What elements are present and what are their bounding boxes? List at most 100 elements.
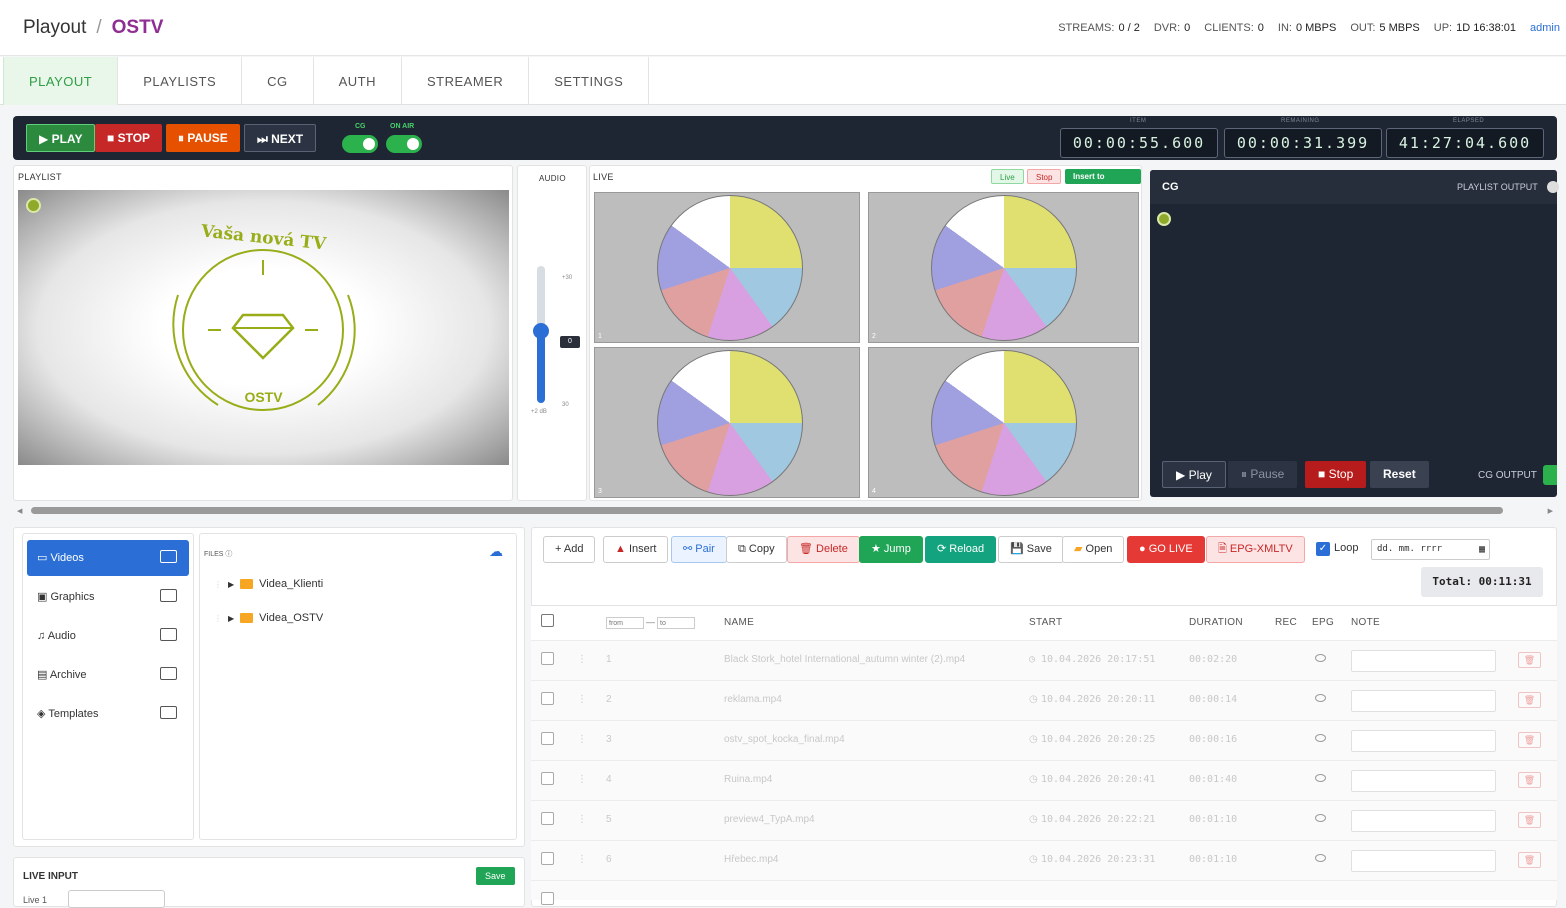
- table-row[interactable]: ⋮ 4 Ruina.mp4 ◷ 10.04.2026 20:20:41 00:01:40 🗑: [531, 760, 1557, 800]
- row-checkbox[interactable]: [541, 732, 554, 745]
- playlist-output-toggle[interactable]: [1547, 181, 1559, 193]
- delete-button[interactable]: 🗑 Delete: [787, 536, 860, 563]
- table-row[interactable]: [531, 880, 1557, 905]
- cg-reset-button[interactable]: Reset: [1370, 461, 1429, 488]
- tab-cg[interactable]: CG: [242, 57, 314, 105]
- range-from-input[interactable]: [606, 617, 644, 629]
- library-item-archive[interactable]: ▤ Archive: [27, 657, 189, 693]
- live-tile-3[interactable]: 3: [594, 347, 860, 498]
- col-start[interactable]: START: [1029, 617, 1062, 628]
- note-input[interactable]: [1351, 850, 1496, 872]
- go-live-button[interactable]: ● GO LIVE: [1127, 536, 1205, 563]
- insert-to-playlist-button[interactable]: Insert to Playlist: [1065, 169, 1141, 196]
- onair-toggle[interactable]: [386, 135, 422, 153]
- table-row[interactable]: ⋮ 1 Black Stork_hotel International_autumn…: [531, 640, 1557, 680]
- tab-streamer[interactable]: STREAMER: [402, 57, 530, 105]
- save-button[interactable]: 💾 Save: [998, 536, 1064, 563]
- remaining-timecode: 00:00:31.399: [1224, 128, 1382, 158]
- audio-fader-knob[interactable]: [533, 323, 549, 339]
- jump-button[interactable]: ★ Jump: [859, 536, 923, 563]
- loop-checkbox[interactable]: ✓: [1316, 542, 1330, 556]
- cg-toggle[interactable]: [342, 135, 378, 153]
- col-rec[interactable]: REC: [1275, 617, 1297, 628]
- live-stop-button[interactable]: Stop: [1027, 169, 1062, 184]
- live-tile-4[interactable]: 4: [868, 347, 1139, 498]
- eye-icon[interactable]: [1315, 814, 1326, 822]
- item-timecode: 00:00:55.600: [1060, 128, 1218, 158]
- row-delete-button[interactable]: 🗑: [1518, 812, 1541, 828]
- epg-xmltv-button[interactable]: 🗎 EPG-XMLTV: [1206, 536, 1305, 563]
- eye-icon[interactable]: [1315, 774, 1326, 782]
- range-to-input[interactable]: [657, 617, 695, 629]
- row-checkbox[interactable]: [541, 812, 554, 825]
- add-button[interactable]: + Add: [543, 536, 596, 563]
- tab-playout[interactable]: PLAYOUT: [3, 57, 119, 105]
- library-item-videos[interactable]: ▭ Videos: [27, 540, 189, 576]
- library-item-templates[interactable]: ◈ Templates: [27, 696, 189, 732]
- select-all-checkbox[interactable]: [541, 614, 554, 627]
- live-tile-2[interactable]: 2: [868, 192, 1139, 343]
- user-menu[interactable]: admin: [1530, 22, 1560, 34]
- row-checkbox[interactable]: [541, 772, 554, 785]
- note-input[interactable]: [1351, 770, 1496, 792]
- col-epg[interactable]: EPG: [1312, 617, 1334, 628]
- row-delete-button[interactable]: 🗑: [1518, 732, 1541, 748]
- upload-cloud-icon[interactable]: ☁: [489, 543, 503, 560]
- cg-play-button[interactable]: ▶ Play: [1162, 461, 1226, 488]
- live-tile-number: 2: [872, 333, 876, 340]
- row-delete-button[interactable]: 🗑: [1518, 772, 1541, 788]
- row-checkbox[interactable]: [541, 652, 554, 665]
- scrollbar-thumb[interactable]: [31, 507, 1503, 514]
- row-delete-button[interactable]: 🗑: [1518, 692, 1541, 708]
- next-button[interactable]: ⏭ NEXT: [244, 124, 317, 152]
- folder-row[interactable]: ⋮ ▶ Videa_Klienti: [214, 578, 323, 590]
- live-tile-1[interactable]: 1: [594, 192, 860, 343]
- insert-button[interactable]: ▲ Insert: [603, 536, 669, 563]
- date-input[interactable]: dd. mm. rrrr ▦: [1371, 539, 1490, 560]
- live-input-save-button[interactable]: Save: [476, 867, 515, 885]
- library-item-audio[interactable]: ♫ Audio: [27, 618, 189, 654]
- row-checkbox[interactable]: [541, 892, 554, 905]
- col-note[interactable]: NOTE: [1351, 617, 1380, 628]
- eye-icon[interactable]: [1315, 854, 1326, 862]
- reload-button[interactable]: ⟳ Reload: [925, 536, 997, 563]
- tab-playlists[interactable]: PLAYLISTS: [118, 57, 243, 105]
- eye-icon[interactable]: [1315, 694, 1326, 702]
- cg-stop-button[interactable]: ■ Stop: [1305, 461, 1367, 488]
- table-row[interactable]: ⋮ 2 reklama.mp4 ◷ 10.04.2026 20:20:11 00:00:1…: [531, 680, 1557, 720]
- row-delete-button[interactable]: 🗑: [1518, 652, 1541, 668]
- preview-scrollbar[interactable]: ◀ ▶: [13, 503, 1557, 517]
- note-input[interactable]: [1351, 690, 1496, 712]
- table-row[interactable]: ⋮ 5 preview4_TypA.mp4 ◷ 10.04.2026 20:22:21 0…: [531, 800, 1557, 840]
- play-button[interactable]: ▶ PLAY: [26, 124, 96, 152]
- pause-button[interactable]: ⏸ PAUSE: [166, 124, 240, 152]
- row-delete-button[interactable]: 🗑: [1518, 852, 1541, 868]
- eye-icon[interactable]: [1315, 734, 1326, 742]
- live1-select[interactable]: [68, 890, 165, 908]
- channel-name[interactable]: OSTV: [112, 17, 164, 38]
- col-name[interactable]: NAME: [724, 617, 754, 628]
- tab-auth[interactable]: AUTH: [314, 57, 403, 105]
- table-row[interactable]: ⋮ 6 Hřebec.mp4 ◷ 10.04.2026 20:23:31 00:01:10…: [531, 840, 1557, 880]
- table-row[interactable]: ⋮ 3 ostv_spot_kocka_final.mp4 ◷ 10.04.2026 2…: [531, 720, 1557, 760]
- live-label: LIVE: [593, 172, 614, 182]
- col-duration[interactable]: DURATION: [1189, 617, 1243, 628]
- cg-pause-button[interactable]: ⏸ Pause: [1228, 461, 1298, 488]
- tab-settings[interactable]: SETTINGS: [529, 57, 650, 105]
- pair-button[interactable]: ⚯ Pair: [671, 536, 727, 563]
- library-item-graphics[interactable]: ▣ Graphics: [27, 579, 189, 615]
- open-button[interactable]: ▰ Open: [1062, 536, 1125, 563]
- stop-button[interactable]: ■ STOP: [95, 124, 163, 152]
- note-input[interactable]: [1351, 650, 1496, 672]
- copy-button[interactable]: ⧉ Copy: [726, 536, 787, 563]
- cg-output-toggle[interactable]: [1543, 465, 1557, 485]
- audio-fader-track[interactable]: [533, 266, 549, 403]
- live-button[interactable]: Live: [991, 169, 1024, 184]
- row-checkbox[interactable]: [541, 692, 554, 705]
- eye-icon[interactable]: [1315, 654, 1326, 662]
- folder-row[interactable]: ⋮ ▶ Videa_OSTV: [214, 612, 323, 624]
- note-input[interactable]: [1351, 730, 1496, 752]
- row-checkbox[interactable]: [541, 852, 554, 865]
- live-panel: LIVE Live Stop Insert to Playlist 1 2 3 …: [589, 165, 1142, 501]
- note-input[interactable]: [1351, 810, 1496, 832]
